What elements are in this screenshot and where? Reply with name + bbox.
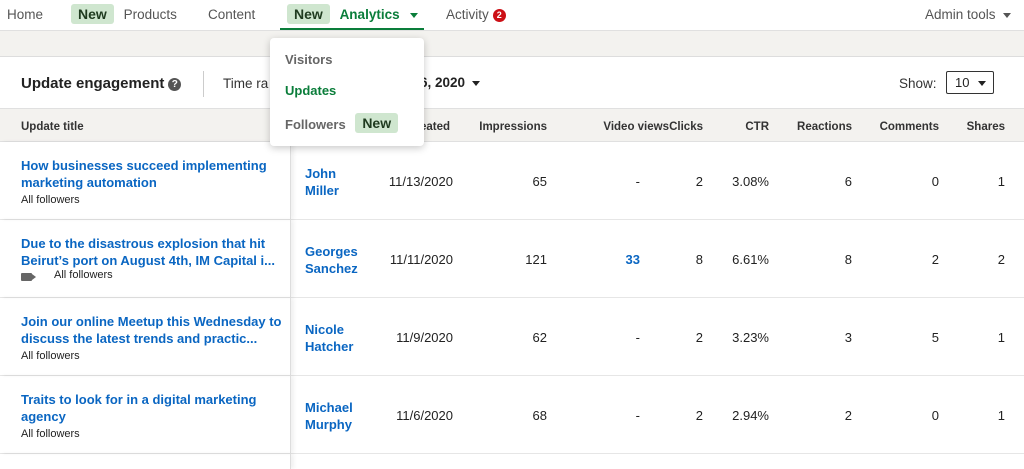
table-row: Due to the disastrous explosion that hit… (0, 220, 1024, 298)
new-badge: New (355, 113, 399, 133)
new-badge: New (71, 4, 114, 24)
creator-link[interactable]: Nicole Hatcher (305, 321, 360, 355)
nav-analytics[interactable]: New Analytics (280, 0, 424, 30)
comments-value: 0 (931, 174, 939, 189)
nav-activity[interactable]: Activity 2 (446, 7, 506, 23)
post-cell (0, 454, 291, 469)
show-label: Show: (899, 76, 937, 91)
created-date: 11/6/2020 (396, 408, 453, 423)
nav-admin-tools[interactable]: Admin tools (925, 7, 1011, 23)
new-badge: New (287, 4, 330, 24)
table-row: How businesses succeed implementing mark… (0, 142, 1024, 220)
nav-analytics-label: Analytics (339, 7, 400, 22)
clicks-value: 2 (695, 330, 703, 345)
post-cell: Traits to look for in a digital marketin… (0, 376, 291, 453)
comments-value: 2 (931, 252, 939, 267)
column-header-shares[interactable]: Shares (967, 121, 1005, 133)
dropdown-item-followers[interactable]: Followers New (285, 113, 399, 134)
divider (203, 71, 204, 97)
table-header: Update title eated Impressions Video vie… (0, 108, 1024, 142)
section-title-text: Update engagement (21, 75, 165, 92)
audience-label: All followers (21, 428, 80, 440)
audience-label: All followers (21, 350, 80, 362)
comments-value: 5 (931, 330, 939, 345)
creator-link[interactable]: Michael Murphy (305, 399, 365, 433)
created-date: 11/13/2020 (388, 174, 453, 189)
video-views-value: - (635, 408, 640, 423)
clicks-value: 8 (695, 252, 703, 267)
help-icon[interactable]: ? (168, 78, 182, 91)
dropdown-item-followers-label: Followers (285, 117, 346, 132)
column-header-ctr[interactable]: CTR (745, 121, 769, 133)
created-date: 11/9/2020 (396, 330, 453, 345)
shares-value: 1 (997, 330, 1005, 345)
column-header-video-views[interactable]: Video views (603, 121, 669, 133)
shares-value: 2 (997, 252, 1005, 267)
notification-count-badge: 2 (492, 9, 506, 22)
dropdown-item-visitors[interactable]: Visitors (285, 52, 332, 67)
chevron-down-icon (410, 12, 419, 18)
post-title-link[interactable]: Traits to look for in a digital marketin… (21, 391, 283, 425)
update-engagement-card: Update engagement? Time ra 6, 2020 Show:… (0, 56, 1024, 469)
impressions-value: 62 (532, 330, 547, 345)
table-row: Traits to look for in a digital marketin… (0, 376, 1024, 454)
reactions-value: 8 (844, 252, 852, 267)
shares-value: 1 (997, 174, 1005, 189)
post-title-link[interactable]: Due to the disastrous explosion that hit… (21, 235, 283, 269)
ctr-value: 3.23% (732, 330, 769, 345)
show-count-value: 10 (955, 75, 970, 90)
nav-activity-label: Activity (446, 7, 489, 22)
nav-home[interactable]: Home (7, 7, 43, 23)
video-icon (21, 273, 36, 281)
comments-value: 0 (931, 408, 939, 423)
impressions-value: 68 (532, 408, 547, 423)
column-header-update-title[interactable]: Update title (21, 121, 84, 133)
column-header-comments[interactable]: Comments (880, 121, 939, 133)
audience-label: All followers (21, 194, 80, 206)
chevron-down-icon (1002, 12, 1011, 18)
column-header-impressions[interactable]: Impressions (479, 121, 547, 133)
ctr-value: 6.61% (732, 252, 769, 267)
impressions-value: 121 (525, 252, 547, 267)
nav-content[interactable]: Content (208, 7, 255, 23)
clicks-value: 2 (695, 408, 703, 423)
time-range-label: Time ra (223, 76, 269, 91)
column-header-clicks[interactable]: Clicks (669, 121, 703, 133)
ctr-value: 3.08% (732, 174, 769, 189)
post-title-link[interactable]: Join our online Meetup this Wednesday to… (21, 313, 283, 347)
shares-value: 1 (997, 408, 1005, 423)
impressions-value: 65 (532, 174, 547, 189)
column-header-created[interactable]: eated (420, 121, 450, 133)
ctr-value: 2.94% (732, 408, 769, 423)
dropdown-item-updates[interactable]: Updates (285, 83, 336, 98)
reactions-value: 6 (844, 174, 852, 189)
nav-products-label: Products (123, 7, 177, 22)
top-navigation: Home New Products Content New Analytics … (0, 0, 1024, 31)
video-views-link[interactable]: 33 (626, 252, 640, 267)
section-title: Update engagement? (21, 75, 182, 92)
reactions-value: 2 (844, 408, 852, 423)
show-count-select[interactable]: 10 (946, 71, 994, 94)
reactions-value: 3 (844, 330, 852, 345)
creator-link[interactable]: John Miller (305, 165, 355, 199)
date-range-text: 6, 2020 (420, 75, 466, 90)
video-views-value: - (635, 174, 640, 189)
post-cell: How businesses succeed implementing mark… (0, 142, 291, 219)
created-date: 11/11/2020 (389, 252, 453, 267)
video-views-value: - (635, 330, 640, 345)
post-cell: Due to the disastrous explosion that hit… (0, 220, 291, 297)
analytics-dropdown-menu: Visitors Updates Followers New (270, 38, 424, 146)
audience-label: All followers (54, 269, 113, 281)
column-header-reactions[interactable]: Reactions (797, 121, 852, 133)
chevron-down-icon (978, 81, 986, 86)
post-cell: Join our online Meetup this Wednesday to… (0, 298, 291, 375)
date-range-dropdown[interactable]: 6, 2020 (420, 75, 481, 90)
nav-admin-tools-label: Admin tools (925, 7, 996, 22)
post-title-link[interactable]: How businesses succeed implementing mark… (21, 157, 283, 191)
creator-link[interactable]: Georges Sanchez (305, 243, 365, 277)
chevron-down-icon (472, 80, 481, 86)
clicks-value: 2 (695, 174, 703, 189)
nav-products[interactable]: New Products (71, 4, 177, 24)
table-row: Join our online Meetup this Wednesday to… (0, 298, 1024, 376)
